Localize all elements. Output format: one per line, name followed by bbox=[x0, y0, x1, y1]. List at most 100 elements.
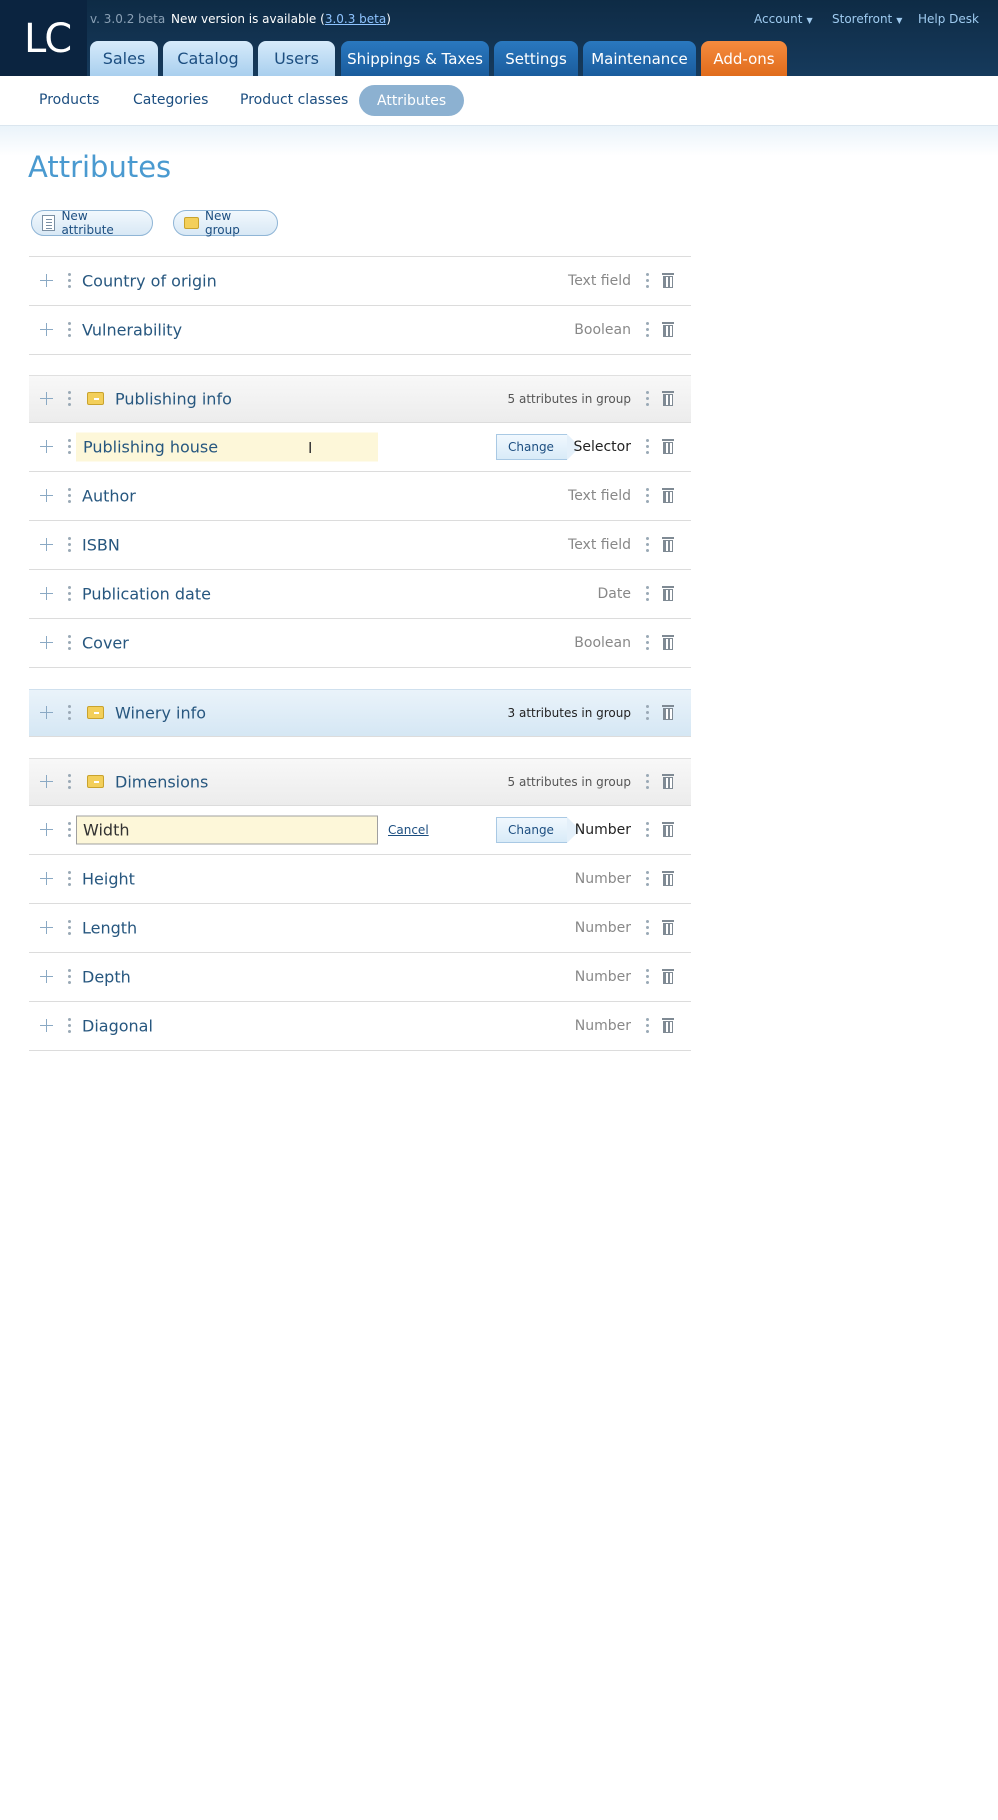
more-options-icon[interactable] bbox=[646, 774, 649, 790]
tab-sales[interactable]: Sales bbox=[90, 41, 158, 76]
more-options-icon[interactable] bbox=[646, 822, 649, 838]
attribute-name[interactable]: Author bbox=[82, 487, 136, 506]
trash-icon[interactable] bbox=[662, 391, 674, 406]
new-version-link[interactable]: 3.0.3 beta bbox=[325, 12, 386, 26]
attribute-name-input[interactable] bbox=[76, 815, 378, 845]
folder-collapse-icon[interactable] bbox=[87, 392, 104, 405]
attribute-name[interactable]: Country of origin bbox=[82, 272, 217, 291]
logo[interactable]: LC bbox=[0, 0, 87, 76]
move-icon[interactable] bbox=[40, 538, 53, 551]
tab-catalog[interactable]: Catalog bbox=[163, 41, 253, 76]
more-options-icon[interactable] bbox=[646, 391, 649, 407]
help-desk-link[interactable]: Help Desk bbox=[918, 12, 979, 26]
move-icon[interactable] bbox=[40, 775, 53, 788]
trash-icon[interactable] bbox=[662, 586, 674, 601]
trash-icon[interactable] bbox=[662, 537, 674, 552]
folder-expand-icon[interactable] bbox=[87, 706, 104, 719]
tab-users[interactable]: Users bbox=[258, 41, 335, 76]
move-icon[interactable] bbox=[40, 921, 53, 934]
trash-icon[interactable] bbox=[662, 1018, 674, 1033]
drag-handle-icon[interactable] bbox=[68, 1018, 71, 1034]
attribute-row: Depth Number bbox=[29, 953, 691, 1002]
trash-icon[interactable] bbox=[662, 439, 674, 454]
group-name[interactable]: Publishing info bbox=[115, 390, 232, 409]
account-menu[interactable]: Account ▼ bbox=[754, 12, 813, 26]
more-options-icon[interactable] bbox=[646, 871, 649, 887]
move-icon[interactable] bbox=[40, 823, 53, 836]
tab-shippings-taxes[interactable]: Shippings & Taxes bbox=[341, 41, 489, 76]
trash-icon[interactable] bbox=[662, 920, 674, 935]
subnav-products[interactable]: Products bbox=[39, 92, 99, 108]
move-icon[interactable] bbox=[40, 872, 53, 885]
more-options-icon[interactable] bbox=[646, 635, 649, 651]
drag-handle-icon[interactable] bbox=[68, 391, 71, 407]
attribute-name-hover-field[interactable]: Publishing house bbox=[76, 432, 378, 462]
trash-icon[interactable] bbox=[662, 871, 674, 886]
drag-handle-icon[interactable] bbox=[68, 439, 71, 455]
attribute-name[interactable]: Cover bbox=[82, 634, 129, 653]
subnav-categories[interactable]: Categories bbox=[133, 92, 208, 108]
tab-add-ons[interactable]: Add-ons bbox=[701, 41, 787, 76]
subnav-attributes[interactable]: Attributes bbox=[359, 85, 465, 116]
move-icon[interactable] bbox=[40, 706, 53, 719]
move-icon[interactable] bbox=[40, 323, 53, 336]
move-icon[interactable] bbox=[40, 636, 53, 649]
trash-icon[interactable] bbox=[662, 273, 674, 288]
drag-handle-icon[interactable] bbox=[68, 705, 71, 721]
drag-handle-icon[interactable] bbox=[68, 822, 71, 838]
more-options-icon[interactable] bbox=[646, 705, 649, 721]
change-type-button[interactable]: Change bbox=[496, 434, 580, 460]
move-icon[interactable] bbox=[40, 274, 53, 287]
drag-handle-icon[interactable] bbox=[68, 969, 71, 985]
attribute-name[interactable]: Depth bbox=[82, 968, 131, 987]
attribute-name[interactable]: Diagonal bbox=[82, 1017, 153, 1036]
tab-maintenance[interactable]: Maintenance bbox=[583, 41, 696, 76]
group-name[interactable]: Dimensions bbox=[115, 773, 208, 792]
attribute-name[interactable]: Vulnerability bbox=[82, 321, 182, 340]
more-options-icon[interactable] bbox=[646, 969, 649, 985]
group-name[interactable]: Winery info bbox=[115, 704, 206, 723]
new-attribute-button[interactable]: New attribute bbox=[31, 209, 153, 237]
trash-icon[interactable] bbox=[662, 774, 674, 789]
drag-handle-icon[interactable] bbox=[68, 774, 71, 790]
storefront-menu[interactable]: Storefront ▼ bbox=[832, 12, 902, 26]
drag-handle-icon[interactable] bbox=[68, 586, 71, 602]
more-options-icon[interactable] bbox=[646, 1018, 649, 1034]
trash-icon[interactable] bbox=[662, 488, 674, 503]
attribute-name[interactable]: Height bbox=[82, 870, 135, 889]
more-options-icon[interactable] bbox=[646, 488, 649, 504]
new-group-button[interactable]: New group bbox=[173, 209, 278, 237]
attribute-name[interactable]: Publication date bbox=[82, 585, 211, 604]
move-icon[interactable] bbox=[40, 970, 53, 983]
drag-handle-icon[interactable] bbox=[68, 635, 71, 651]
trash-icon[interactable] bbox=[662, 635, 674, 650]
drag-handle-icon[interactable] bbox=[68, 273, 71, 289]
trash-icon[interactable] bbox=[662, 322, 674, 337]
drag-handle-icon[interactable] bbox=[68, 537, 71, 553]
more-options-icon[interactable] bbox=[646, 439, 649, 455]
move-icon[interactable] bbox=[40, 587, 53, 600]
trash-icon[interactable] bbox=[662, 705, 674, 720]
move-icon[interactable] bbox=[40, 1019, 53, 1032]
tab-settings[interactable]: Settings bbox=[494, 41, 578, 76]
subnav-product-classes[interactable]: Product classes bbox=[240, 92, 348, 108]
more-options-icon[interactable] bbox=[646, 273, 649, 289]
attribute-name[interactable]: Length bbox=[82, 919, 137, 938]
trash-icon[interactable] bbox=[662, 822, 674, 837]
move-icon[interactable] bbox=[40, 392, 53, 405]
drag-handle-icon[interactable] bbox=[68, 488, 71, 504]
drag-handle-icon[interactable] bbox=[68, 920, 71, 936]
more-options-icon[interactable] bbox=[646, 586, 649, 602]
move-icon[interactable] bbox=[40, 489, 53, 502]
more-options-icon[interactable] bbox=[646, 920, 649, 936]
change-type-button[interactable]: Change bbox=[496, 817, 580, 843]
move-icon[interactable] bbox=[40, 440, 53, 453]
drag-handle-icon[interactable] bbox=[68, 322, 71, 338]
cancel-link[interactable]: Cancel bbox=[388, 823, 429, 837]
trash-icon[interactable] bbox=[662, 969, 674, 984]
attribute-name[interactable]: ISBN bbox=[82, 536, 120, 555]
folder-collapse-icon[interactable] bbox=[87, 775, 104, 788]
more-options-icon[interactable] bbox=[646, 537, 649, 553]
more-options-icon[interactable] bbox=[646, 322, 649, 338]
drag-handle-icon[interactable] bbox=[68, 871, 71, 887]
